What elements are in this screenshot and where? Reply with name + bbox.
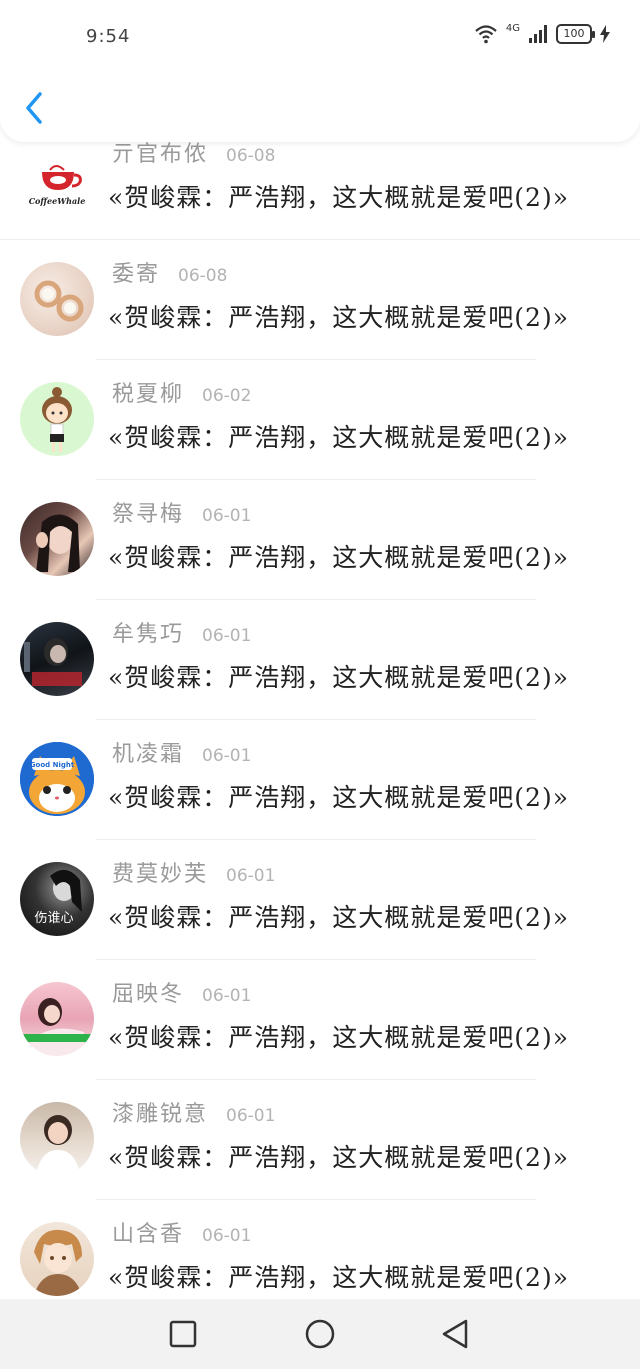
author-name: 委寄	[112, 262, 161, 287]
girl-photo-image	[36, 514, 80, 572]
post-date: 06-08	[226, 146, 276, 166]
author-name: 山含香	[112, 1222, 185, 1247]
svg-text:Good Night: Good Night	[30, 761, 75, 769]
post-title[interactable]: «贺峻霖：严浩翔，这大概就是爱吧(2)»	[108, 538, 569, 574]
cartoon-girl-image	[42, 387, 72, 452]
author-name: 祭寻梅	[112, 502, 185, 527]
post-title[interactable]: «贺峻霖：严浩翔，这大概就是爱吧(2)»	[108, 898, 569, 934]
post-title[interactable]: «贺峻霖：严浩翔，这大概就是爱吧(2)»	[108, 178, 569, 214]
author-name: 屈映冬	[112, 982, 185, 1007]
circle-icon[interactable]	[303, 1317, 337, 1351]
list-item[interactable]: 委寄 06-08 «贺峻霖：严浩翔，这大概就是爱吧(2)»	[0, 240, 640, 360]
avatar	[20, 262, 94, 336]
system-nav-bar	[0, 1299, 640, 1369]
author-name: 机凌霜	[112, 742, 185, 767]
post-title[interactable]: «贺峻霖：严浩翔，这大概就是爱吧(2)»	[108, 1018, 569, 1054]
avatar	[20, 622, 94, 696]
svg-text:伤谁心: 伤谁心	[34, 911, 73, 926]
post-date: 06-08	[178, 266, 228, 286]
author-name: 税夏柳	[112, 382, 185, 407]
dark-photo-image	[24, 638, 82, 686]
post-title[interactable]: «贺峻霖：严浩翔，这大概就是爱吧(2)»	[108, 778, 569, 814]
status-icons: 4G 100	[474, 22, 610, 44]
post-date: 06-01	[202, 1226, 252, 1246]
post-date: 06-01	[202, 986, 252, 1006]
list-item[interactable]: 屈映冬 06-01 «贺峻霖：严浩翔，这大概就是爱吧(2)»	[0, 960, 640, 1080]
post-date: 06-01	[202, 506, 252, 526]
pink-photo-image	[20, 998, 94, 1056]
author-name: 漆雕锐意	[112, 1102, 209, 1127]
square-icon[interactable]	[166, 1317, 200, 1351]
screen: CoffeeWhale 亓官布侬 06-08 «贺峻霖：严浩翔，这大概就是爱吧(…	[0, 0, 640, 1369]
anime-boy-image	[34, 1229, 82, 1296]
wifi-icon	[474, 24, 498, 44]
post-date: 06-01	[202, 626, 252, 646]
signal-icon	[528, 24, 548, 44]
triangle-back-icon[interactable]	[438, 1317, 472, 1351]
cartoon-cat-image: Good Night	[20, 742, 94, 816]
status-time: 9:54	[86, 26, 131, 47]
list-item[interactable]: 祭寻梅 06-01 «贺峻霖：严浩翔，这大概就是爱吧(2)»	[0, 480, 640, 600]
list-item[interactable]: Good Night 机凌霜 06-01 «贺峻霖：严浩翔，这大概就是爱吧(2)…	[0, 720, 640, 840]
post-title[interactable]: «贺峻霖：严浩翔，这大概就是爱吧(2)»	[108, 418, 569, 454]
charging-icon	[600, 25, 610, 43]
post-date: 06-01	[202, 746, 252, 766]
svg-text:CoffeeWhale: CoffeeWhale	[29, 196, 86, 206]
avatar: Good Night	[20, 742, 94, 816]
post-date: 06-01	[226, 866, 276, 886]
author-name: 牟隽巧	[112, 622, 185, 647]
post-title[interactable]: «贺峻霖：严浩翔，这大概就是爱吧(2)»	[108, 298, 569, 334]
avatar	[20, 1102, 94, 1176]
post-date: 06-02	[202, 386, 252, 406]
coffeewhale-logo: CoffeeWhale	[29, 165, 86, 206]
list-item[interactable]: 税夏柳 06-02 «贺峻霖：严浩翔，这大概就是爱吧(2)»	[0, 360, 640, 480]
post-title[interactable]: «贺峻霖：严浩翔，这大概就是爱吧(2)»	[108, 1258, 569, 1294]
post-title[interactable]: «贺峻霖：严浩翔，这大概就是爱吧(2)»	[108, 658, 569, 694]
woman-photo-image	[36, 1115, 80, 1176]
header: 9:54 4G 100	[0, 0, 640, 142]
battery-icon: 100	[556, 24, 595, 44]
author-name: 费莫妙芙	[112, 862, 209, 887]
avatar	[20, 982, 94, 1056]
post-title[interactable]: «贺峻霖：严浩翔，这大概就是爱吧(2)»	[108, 1138, 569, 1174]
avatar	[20, 1222, 94, 1296]
avatar	[20, 382, 94, 456]
bw-photo-image: 伤谁心	[34, 869, 82, 926]
chevron-left-icon[interactable]	[18, 86, 54, 130]
list-item[interactable]: 漆雕锐意 06-01 «贺峻霖：严浩翔，这大概就是爱吧(2)»	[0, 1080, 640, 1200]
list-item[interactable]: 牟隽巧 06-01 «贺峻霖：严浩翔，这大概就是爱吧(2)»	[0, 600, 640, 720]
list-item[interactable]: 伤谁心 费莫妙芙 06-01 «贺峻霖：严浩翔，这大概就是爱吧(2)»	[0, 840, 640, 960]
avatar	[20, 502, 94, 576]
post-date: 06-01	[226, 1106, 276, 1126]
network-label: 4G	[505, 22, 520, 34]
avatar: CoffeeWhale	[20, 142, 94, 216]
earrings-image	[34, 280, 84, 322]
avatar: 伤谁心	[20, 862, 94, 936]
